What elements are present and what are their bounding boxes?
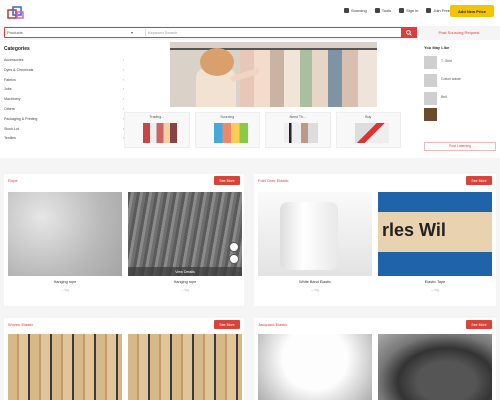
tile-need-this-image: [284, 123, 318, 143]
category-item-packaging-printing[interactable]: Packaging & Printing›: [4, 117, 124, 127]
hero-banner-image[interactable]: [170, 42, 377, 107]
product-image-hanging-rope[interactable]: [8, 192, 122, 276]
product-image-white-band-elastic[interactable]: [258, 192, 372, 276]
category-item-others[interactable]: Others ›: [4, 107, 124, 117]
product-name[interactable]: Elastic Tape: [378, 280, 492, 284]
elastic-tape-print: rles Wil: [382, 220, 446, 240]
product-image-elastic-tape[interactable]: rles Wil: [378, 192, 492, 276]
banner-cloth: [328, 50, 342, 107]
product-price: -- / Kg: [180, 288, 190, 292]
banner-cloth: [284, 50, 300, 107]
section-woven-elastic: Woven Elastic See More: [4, 318, 244, 400]
tile-need-this[interactable]: Need Th...: [265, 112, 331, 148]
you-may-like-item[interactable]: [424, 108, 494, 122]
banner-cloth: [270, 50, 284, 107]
search-icon: [406, 29, 412, 36]
banner-cloth: [312, 50, 328, 107]
product-name[interactable]: Hanging rope: [128, 280, 242, 284]
see-more-button[interactable]: See More: [214, 176, 240, 185]
user-plus-icon: [426, 8, 432, 13]
product-thumbnail: [424, 56, 437, 69]
search-button[interactable]: [401, 27, 417, 38]
elastic-roll: [280, 202, 338, 270]
search-input[interactable]: Keyword Search: [148, 29, 398, 36]
top-link-join-free[interactable]: Join Free: [426, 8, 450, 13]
category-item-accessories[interactable]: Accessories ›: [4, 58, 124, 68]
view-details-button[interactable]: View Details: [128, 267, 242, 276]
section-rope: Rope See More Hanging rope -- / Kg View …: [4, 174, 244, 306]
search-category-select[interactable]: Products: [7, 29, 135, 36]
site-logo[interactable]: [6, 4, 26, 22]
banner-cloth: [342, 50, 358, 107]
see-more-button[interactable]: See More: [214, 320, 240, 329]
product-image-hanging-rope[interactable]: View Details: [128, 192, 242, 276]
banner-person-hair: [200, 48, 234, 76]
chevron-right-icon: ›: [122, 87, 124, 92]
you-may-like-item[interactable]: Belt: [424, 92, 494, 106]
banner-cloth: [358, 50, 377, 107]
add-new-price-button[interactable]: Add New Price: [450, 5, 494, 17]
chevron-right-icon: ›: [122, 58, 124, 62]
tools-icon: [374, 8, 380, 13]
banner-cloth: [254, 50, 270, 107]
post-sourcing-request-link[interactable]: Post Sourcing Request: [423, 28, 495, 37]
chevron-right-icon: ›: [122, 67, 124, 72]
top-link-sign-in[interactable]: Sign in: [399, 8, 418, 13]
product-thumbnail: [424, 92, 437, 105]
chevron-right-icon: ›: [122, 77, 124, 82]
product-price: -- / Kg: [60, 288, 70, 292]
top-link-sourcing[interactable]: Sourcing: [343, 8, 367, 13]
you-may-like-panel: You May Like T- Shirt Cotton waste Belt: [421, 40, 497, 156]
see-more-button[interactable]: See More: [466, 320, 492, 329]
category-item-dyes-chemicals[interactable]: Dyes & Chemicals ›: [4, 68, 124, 78]
chevron-right-icon: ›: [122, 97, 124, 102]
section-fold-over-elastic: Fold Over Elastic See More White Band El…: [254, 174, 496, 306]
product-image-woven-elastic[interactable]: [128, 334, 242, 400]
product-price: -- / Kg: [430, 288, 440, 292]
product-image-jacquard-elastic[interactable]: [258, 334, 372, 400]
categories-title: Categories: [4, 46, 30, 52]
user-icon: [399, 8, 405, 13]
tile-sourcing[interactable]: Sourcing: [194, 112, 260, 148]
top-links: Sourcing Tools Sign in Join Free: [343, 8, 450, 13]
tile-trading-image: [143, 123, 177, 143]
category-item-jobs[interactable]: Jobs ›: [4, 87, 124, 97]
tile-trading[interactable]: Trading...: [124, 112, 190, 148]
search-divider: [145, 29, 146, 36]
tile-sourcing-image: [213, 123, 248, 143]
top-link-tools[interactable]: Tools: [374, 8, 391, 13]
search-icon: [343, 8, 349, 13]
category-item-stock-lot[interactable]: Stock Lot›: [4, 127, 124, 137]
heart-icon[interactable]: [229, 242, 239, 252]
category-tiles: Trading... Sourcing Need Th... Buy: [124, 112, 406, 150]
product-image-jacquard-elastic[interactable]: [378, 334, 492, 400]
category-item-textiles[interactable]: Textiles›: [4, 136, 124, 146]
tile-buy-image: [354, 123, 389, 143]
product-thumbnail: [424, 74, 437, 87]
product-image-woven-elastic[interactable]: [8, 334, 122, 400]
chevron-down-icon: ▾: [131, 30, 134, 35]
category-item-fabrics[interactable]: Fabrics ›: [4, 78, 124, 88]
categories-list: Accessories › Dyes & Chemicals › Fabrics › …: [4, 58, 124, 146]
category-item-machinery[interactable]: Machinery ›: [4, 97, 124, 107]
top-bar: Sourcing Tools Sign in Join Free Add New…: [0, 0, 500, 26]
product-price: -- / Kg: [310, 288, 320, 292]
see-more-button[interactable]: See More: [466, 176, 492, 185]
you-may-like-item[interactable]: T- Shirt: [424, 56, 494, 70]
you-may-like-item[interactable]: Cotton waste: [424, 74, 494, 88]
tile-buy[interactable]: Buy: [335, 112, 401, 148]
product-name[interactable]: White Band Elastic: [258, 280, 372, 284]
section-jacquard-elastic: Jacquard Elastic See More: [254, 318, 496, 400]
search-bar: Products ▾ Keyword Search: [4, 27, 417, 38]
product-thumbnail: [424, 108, 437, 121]
banner-cloth: [300, 50, 312, 107]
compare-icon[interactable]: [229, 254, 239, 264]
post-listening-button[interactable]: Post Listening: [424, 142, 496, 151]
product-name[interactable]: Hanging rope: [8, 280, 122, 284]
